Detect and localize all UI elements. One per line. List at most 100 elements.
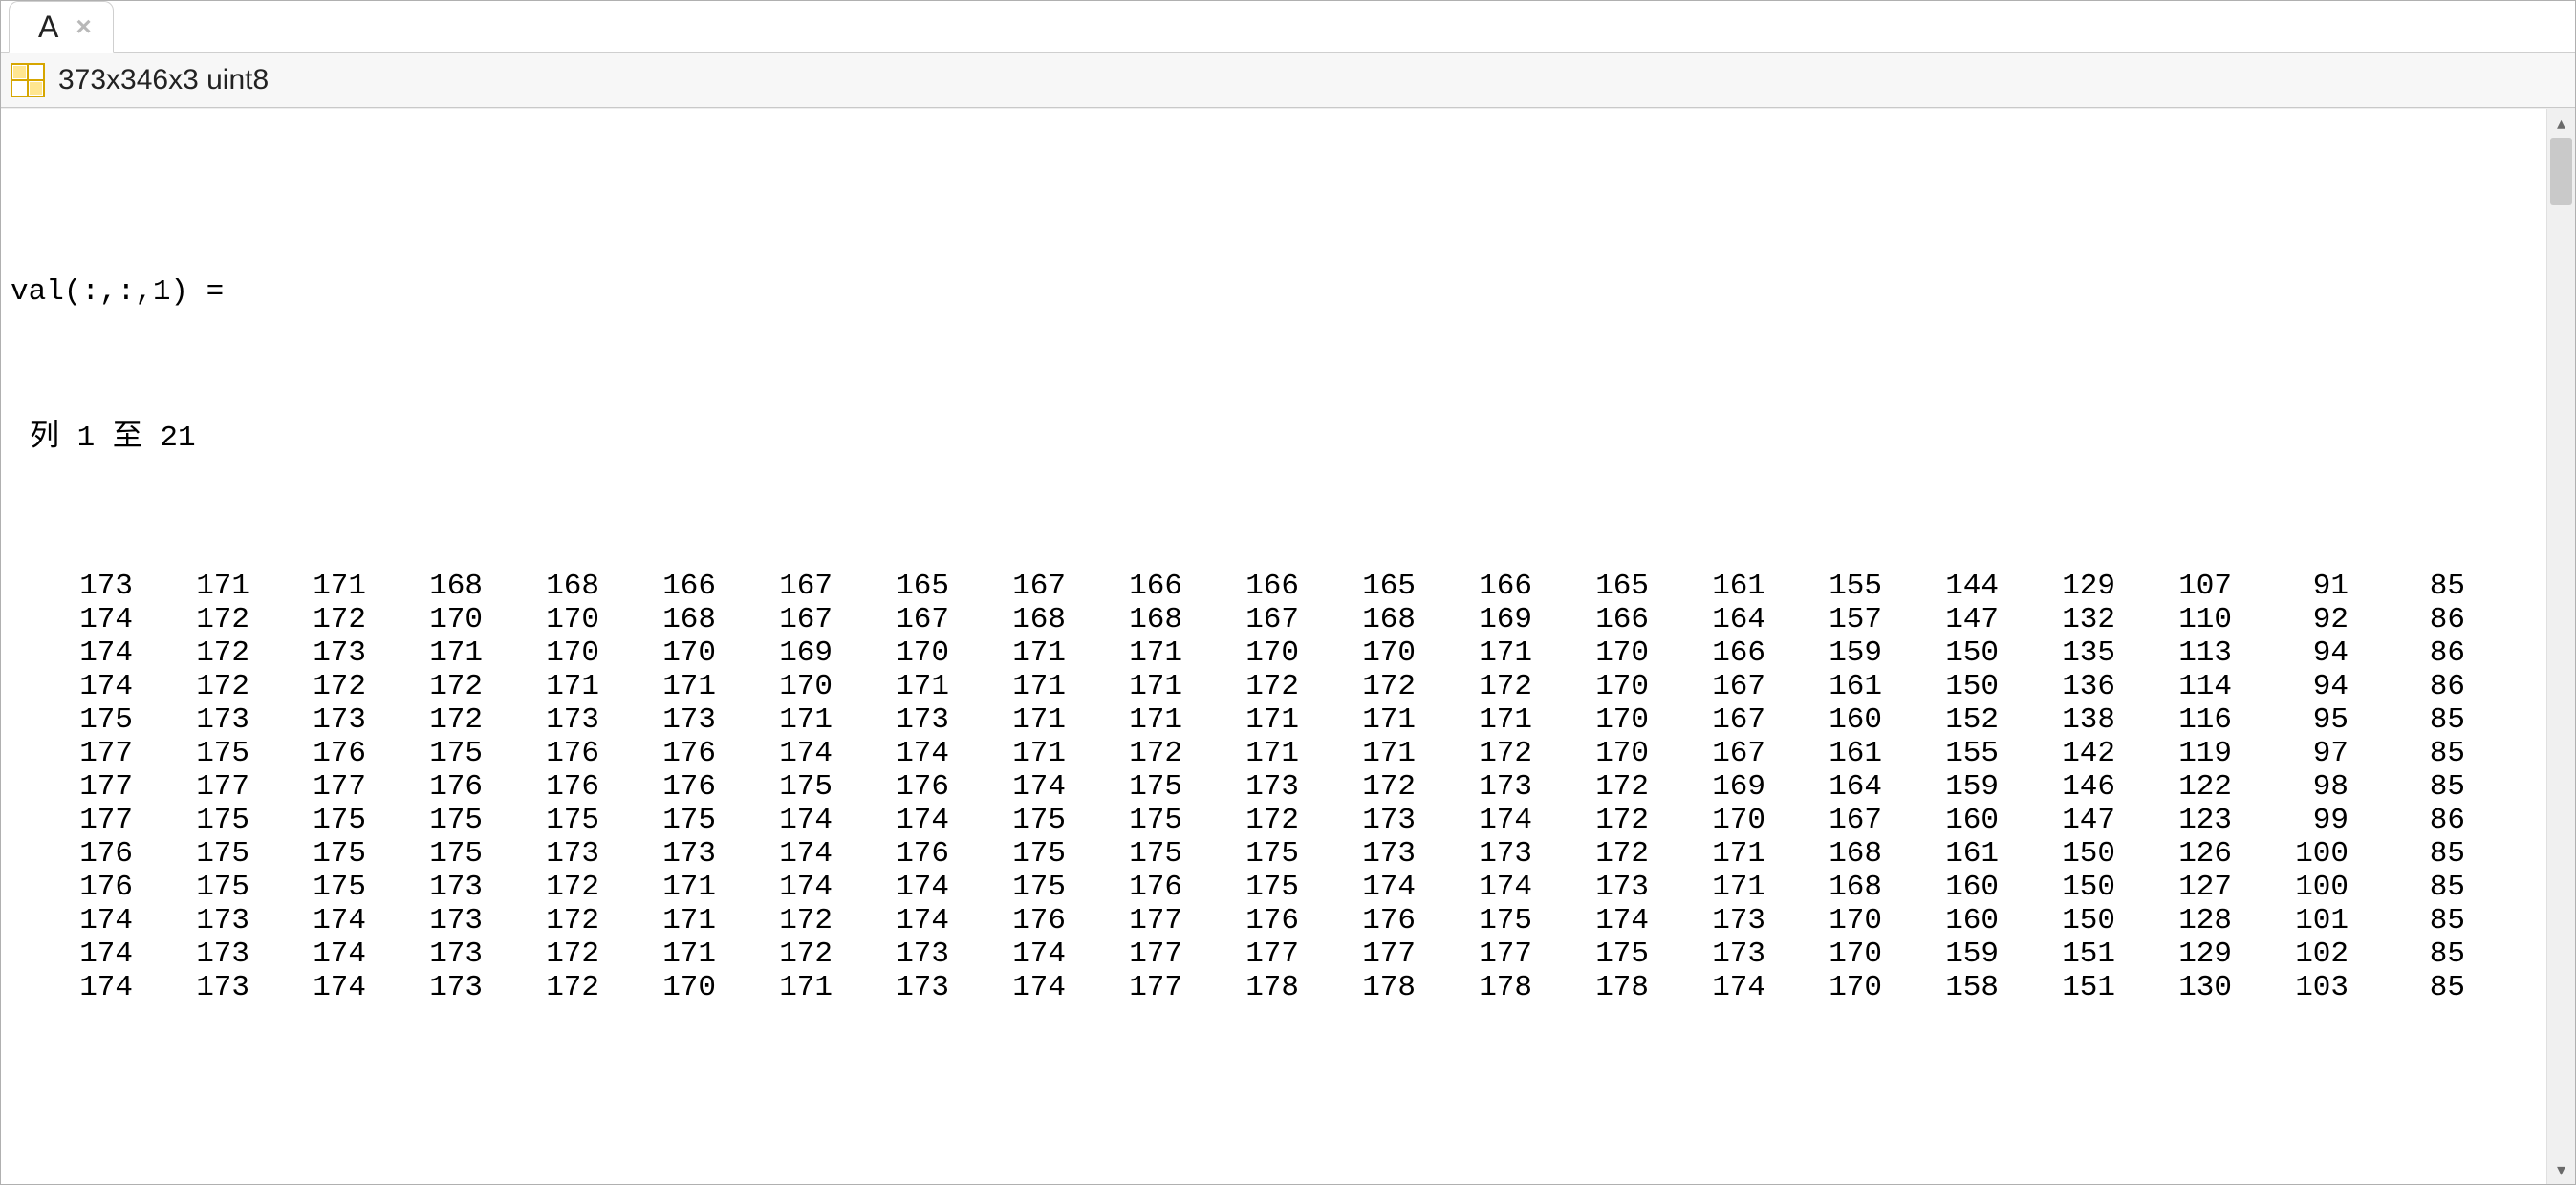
matrix-cell: 177 [1182, 937, 1299, 971]
matrix-cell: 167 [1649, 737, 1765, 770]
matrix-cell: 174 [716, 871, 833, 904]
table-row: 1741731741731721711721741761771761761751… [16, 904, 2465, 937]
matrix-cell: 171 [833, 670, 949, 703]
matrix-cell: 174 [16, 603, 133, 636]
matrix-cell: 172 [366, 670, 483, 703]
matrix-cell: 173 [1649, 937, 1765, 971]
matrix-cell: 170 [716, 670, 833, 703]
matrix-cell: 167 [716, 570, 833, 603]
matrix-cell: 170 [599, 971, 716, 1004]
matrix-cell: 171 [1649, 871, 1765, 904]
matrix-cell: 166 [599, 570, 716, 603]
matrix-cell: 168 [366, 570, 483, 603]
matrix-cell: 98 [2232, 770, 2349, 804]
matrix-cell: 170 [483, 636, 599, 670]
matrix-cell: 175 [1532, 937, 1649, 971]
matrix-cell: 172 [1416, 670, 1532, 703]
matrix-cell: 86 [2349, 603, 2465, 636]
matrix-cell: 100 [2232, 837, 2349, 871]
scroll-track[interactable] [2547, 138, 2575, 1155]
matrix-cell: 171 [599, 871, 716, 904]
matrix-cell: 170 [1765, 904, 1882, 937]
matrix-cell: 147 [1882, 603, 1999, 636]
matrix-cell: 171 [1066, 703, 1182, 737]
matrix-cell: 170 [1649, 804, 1765, 837]
matrix-cell: 171 [599, 937, 716, 971]
matrix-cell: 178 [1532, 971, 1649, 1004]
matrix-cell: 144 [1882, 570, 1999, 603]
matrix-cell: 173 [599, 703, 716, 737]
matrix-cell: 155 [1882, 737, 1999, 770]
content-area[interactable]: val(:,:,1) = 列 1 至 21 173171171168168166… [1, 109, 2546, 1184]
matrix-cell: 172 [249, 603, 366, 636]
scroll-thumb[interactable] [2550, 138, 2572, 205]
matrix-cell: 174 [16, 670, 133, 703]
matrix-cell: 175 [1182, 837, 1299, 871]
matrix-cell: 85 [2349, 971, 2465, 1004]
variable-dims-text: 373x346x3 uint8 [58, 64, 269, 97]
matrix-cell: 136 [1999, 670, 2115, 703]
matrix-cell: 172 [1299, 670, 1416, 703]
matrix-cell: 171 [949, 703, 1066, 737]
matrix-cell: 173 [366, 937, 483, 971]
close-icon[interactable]: × [76, 13, 91, 40]
tab-A[interactable]: A × [9, 1, 114, 53]
vertical-scrollbar[interactable]: ▴ ▾ [2546, 109, 2575, 1184]
matrix-cell: 177 [16, 737, 133, 770]
matrix-cell: 95 [2232, 703, 2349, 737]
matrix-cell: 171 [366, 636, 483, 670]
matrix-cell: 171 [716, 971, 833, 1004]
variable-viewer-window: A × 373x346x3 uint8 val(:,:,1) = 列 1 至 2… [0, 0, 2576, 1185]
matrix-cell: 175 [483, 804, 599, 837]
matrix-cell: 159 [1882, 770, 1999, 804]
matrix-cell: 174 [716, 804, 833, 837]
matrix-cell: 168 [1066, 603, 1182, 636]
matrix-cell: 174 [16, 904, 133, 937]
matrix-cell: 161 [1765, 737, 1882, 770]
matrix-cell: 164 [1765, 770, 1882, 804]
matrix-cell: 173 [1299, 804, 1416, 837]
matrix-cell: 175 [249, 804, 366, 837]
matrix-cell: 168 [1765, 837, 1882, 871]
matrix-cell: 169 [1649, 770, 1765, 804]
matrix-cell: 170 [1765, 971, 1882, 1004]
matrix-cell: 170 [1299, 636, 1416, 670]
matrix-cell: 176 [16, 837, 133, 871]
matrix-cell: 101 [2232, 904, 2349, 937]
matrix-cell: 174 [716, 837, 833, 871]
matrix-cell: 177 [249, 770, 366, 804]
matrix-cell: 167 [1649, 703, 1765, 737]
matrix-cell: 176 [249, 737, 366, 770]
matrix-cell: 175 [16, 703, 133, 737]
matrix-cell: 161 [1649, 570, 1765, 603]
matrix-cell: 172 [483, 937, 599, 971]
matrix-cell: 150 [1999, 837, 2115, 871]
matrix-cell: 173 [1299, 837, 1416, 871]
matrix-cell: 175 [366, 804, 483, 837]
tab-label: A [38, 10, 58, 45]
matrix-cell: 168 [483, 570, 599, 603]
matrix-cell: 171 [1182, 737, 1299, 770]
matrix-cell: 110 [2115, 603, 2232, 636]
matrix-cell: 173 [366, 904, 483, 937]
matrix-cell: 99 [2232, 804, 2349, 837]
scroll-up-button[interactable]: ▴ [2547, 109, 2576, 138]
matrix-cell: 174 [249, 937, 366, 971]
matrix-cell: 85 [2349, 871, 2465, 904]
matrix-cell: 173 [599, 837, 716, 871]
matrix-cell: 173 [249, 703, 366, 737]
matrix-cell: 170 [483, 603, 599, 636]
matrix-table: 1731711711681681661671651671661661651661… [16, 570, 2465, 1004]
matrix-cell: 122 [2115, 770, 2232, 804]
matrix-cell: 173 [249, 636, 366, 670]
scroll-down-button[interactable]: ▾ [2547, 1155, 2576, 1184]
matrix-cell: 174 [949, 971, 1066, 1004]
table-row: 1761751751731721711741741751761751741741… [16, 871, 2465, 904]
matrix-cell: 167 [1182, 603, 1299, 636]
matrix-cell: 171 [599, 904, 716, 937]
matrix-cell: 102 [2232, 937, 2349, 971]
matrix-cell: 176 [949, 904, 1066, 937]
array-icon [11, 63, 45, 97]
matrix-cell: 174 [833, 904, 949, 937]
matrix-cell: 170 [1532, 670, 1649, 703]
